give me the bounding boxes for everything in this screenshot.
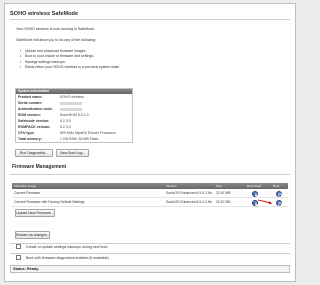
firmware-size: 22.67 MB	[216, 191, 231, 195]
page-title: SOHO wireless SafeMode	[10, 11, 79, 17]
arrow-pointer-icon	[258, 199, 273, 205]
intro-text: Your SOHO wireless is now running in Saf…	[16, 27, 96, 31]
feature-list: Upload and download firmware images. Boo…	[20, 49, 120, 71]
firmware-version: SonicOS Enhanced 6.5.0.2-8n	[166, 200, 212, 204]
title-divider	[10, 19, 290, 20]
redacted-block	[60, 101, 82, 105]
table-row: Current Firmware with Factory Default Se…	[12, 198, 288, 207]
create-backup-checkbox[interactable]	[16, 244, 21, 249]
boot-icon[interactable]	[276, 190, 282, 197]
download-icon[interactable]	[252, 190, 258, 197]
table-row: Current Firmware SonicOS Enhanced 6.5.0.…	[12, 189, 288, 198]
view-boot-log-button[interactable]: View Boot Log...	[56, 149, 89, 157]
total-memory-value: 1 GB RAM, 64 MB Flash	[60, 137, 99, 141]
redacted-block	[60, 107, 82, 111]
firmware-image-name: Current Firmware	[14, 191, 41, 195]
firmware-size: 22.67 MB	[216, 200, 231, 204]
system-info-row: Total memory: 1 GB RAM, 64 MB Flash	[16, 136, 132, 142]
firmware-version: SonicOS Enhanced 6.5.0.2-8n	[166, 191, 212, 195]
system-information-box: System Information Product name: SOHO wir…	[15, 88, 133, 143]
create-backup-label: Create or update settings backups during…	[26, 245, 108, 249]
safemode-panel: SOHO wireless SafeMode Your SOHO wireles…	[4, 3, 296, 282]
boot-diagnostics-checkbox[interactable]	[16, 255, 21, 260]
firmware-management-heading: Firmware Management	[12, 164, 67, 170]
status-bar: Status: Ready.	[10, 265, 290, 273]
upload-new-firmware-button[interactable]: Upload New Firmware...	[15, 209, 55, 217]
firmware-divider	[10, 174, 290, 175]
firmware-image-name: Current Firmware with Factory Default Se…	[14, 200, 85, 204]
options-divider	[10, 243, 290, 244]
firmware-table: Firmware Image Version Size Download Boo…	[12, 183, 288, 207]
options-divider	[10, 253, 290, 254]
restart-button[interactable]: Restart via changes...	[15, 231, 50, 239]
feature-item: Easily return your SOHO wireless to a pr…	[20, 65, 120, 71]
total-memory-label: Total memory:	[18, 137, 42, 141]
intro-subtext: SafeMode will allow you to do any of the…	[16, 38, 97, 42]
boot-icon[interactable]	[276, 199, 282, 206]
run-diagnostics-button[interactable]: Run Diagnostics...	[15, 149, 53, 157]
boot-diagnostics-label: Boot with firmware diagnostics enabled (…	[26, 256, 109, 260]
